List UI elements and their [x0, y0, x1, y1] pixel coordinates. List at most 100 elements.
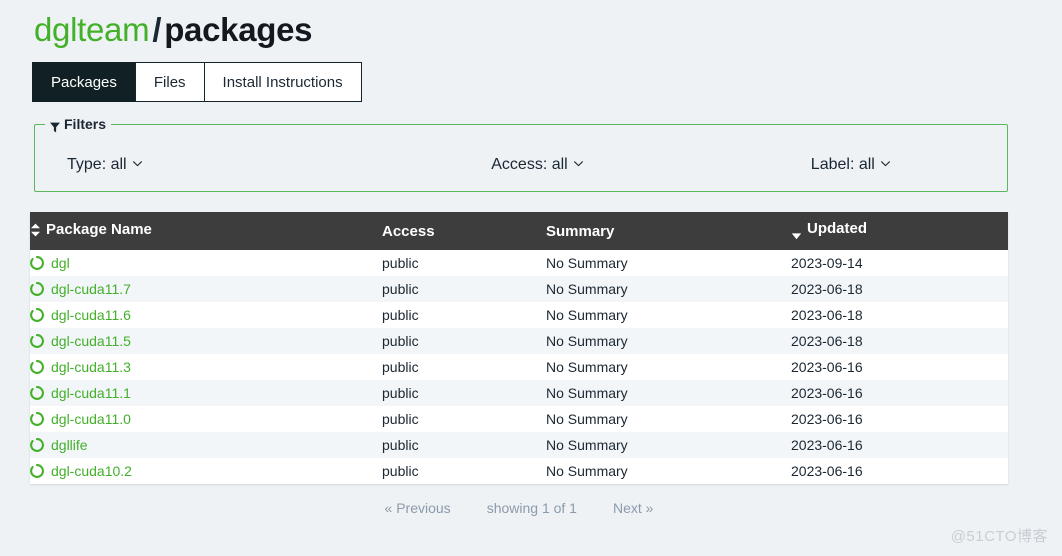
package-link[interactable]: dgl-cuda11.0: [51, 411, 131, 427]
filter-label-label: Label: all: [810, 156, 875, 173]
conda-package-icon: [30, 334, 44, 348]
cell-package-name: dgl: [30, 250, 382, 276]
column-header-summary[interactable]: Summary: [546, 212, 791, 250]
column-header-package-name-label: Package Name: [46, 221, 152, 239]
filter-access-dropdown[interactable]: Access: all: [491, 154, 583, 174]
cell-updated: 2023-06-16: [791, 463, 863, 479]
cell-updated: 2023-06-16: [791, 411, 863, 427]
cell-access: public: [382, 463, 419, 479]
filter-cell-label: Label: all: [694, 156, 1007, 174]
table-row: dgl-cuda10.2 public No Summary 2023-06-16: [30, 458, 1008, 484]
package-link[interactable]: dgllife: [51, 437, 88, 453]
cell-updated: 2023-06-18: [791, 333, 863, 349]
filters-panel: Filters Type: all Access: all Label: all: [34, 115, 1008, 192]
tab-packages[interactable]: Packages: [32, 62, 135, 102]
cell-package-name: dgl-cuda11.3: [30, 354, 382, 380]
chevron-down-icon: [573, 154, 583, 167]
cell-updated: 2023-09-14: [791, 255, 863, 271]
cell-summary: No Summary: [546, 385, 628, 401]
package-link[interactable]: dgl: [51, 255, 70, 271]
cell-summary: No Summary: [546, 281, 628, 297]
cell-updated: 2023-06-16: [791, 359, 863, 375]
filters-row: Type: all Access: all Label: all: [35, 139, 1007, 191]
column-header-updated[interactable]: Updated: [791, 212, 1008, 250]
page-status: showing 1 of 1: [486, 500, 577, 516]
table-row: dgl-cuda11.0 public No Summary 2023-06-16: [30, 406, 1008, 432]
conda-package-icon: [30, 282, 44, 296]
table-row: dgllife public No Summary 2023-06-16: [30, 432, 1008, 458]
cell-package-name: dgl-cuda11.6: [30, 302, 382, 328]
package-link[interactable]: dgl-cuda11.7: [51, 281, 131, 297]
package-link[interactable]: dgl-cuda11.3: [51, 359, 131, 375]
table-header-row: Package Name Access Summary Updated: [30, 212, 1008, 250]
cell-summary: No Summary: [546, 307, 628, 323]
sort-descending-icon: [791, 227, 802, 239]
sort-package-name[interactable]: Package Name: [30, 221, 152, 238]
cell-summary: No Summary: [546, 359, 628, 375]
tab-bar: Packages Files Install Instructions: [32, 62, 362, 102]
tab-files[interactable]: Files: [134, 62, 204, 102]
filters-legend: Filters: [45, 115, 112, 133]
table-row: dgl-cuda11.7 public No Summary 2023-06-18: [30, 276, 1008, 302]
cell-summary: No Summary: [546, 411, 628, 427]
column-header-updated-label: Updated: [807, 220, 867, 238]
page-title: dglteam/packages: [34, 8, 313, 52]
cell-summary: No Summary: [546, 255, 628, 271]
cell-package-name: dgl-cuda10.2: [30, 458, 382, 484]
owner-link[interactable]: dglteam: [34, 11, 150, 48]
watermark: @51CTO博客: [950, 528, 1048, 545]
title-separator: /: [152, 11, 162, 48]
cell-access: public: [382, 255, 419, 271]
cell-access: public: [382, 385, 419, 401]
packages-table-body: dgl public No Summary 2023-09-14 dgl-cuda11.…: [30, 250, 1008, 484]
filters-legend-label: Filters: [64, 116, 107, 132]
chevron-down-icon: [880, 154, 890, 167]
packages-table: Package Name Access Summary Updated dgl …: [30, 212, 1008, 484]
pagination: « Previous showing 1 of 1 Next »: [30, 500, 1008, 516]
cell-access: public: [382, 281, 419, 297]
cell-access: public: [382, 359, 419, 375]
package-link[interactable]: dgl-cuda10.2: [51, 463, 132, 479]
filter-access-label: Access: all: [491, 156, 568, 173]
sort-updown-icon: [30, 223, 41, 237]
filter-type-label: Type: all: [67, 156, 127, 173]
sort-updated[interactable]: Updated: [791, 220, 867, 239]
filter-cell-type: Type: all: [35, 156, 380, 174]
sort-summary[interactable]: Summary: [546, 223, 614, 240]
cell-access: public: [382, 411, 419, 427]
previous-page-link[interactable]: « Previous: [385, 500, 451, 516]
sort-access[interactable]: Access: [382, 223, 435, 240]
filter-label-dropdown[interactable]: Label: all: [811, 156, 890, 174]
cell-updated: 2023-06-16: [791, 385, 863, 401]
filter-type-dropdown[interactable]: Type: all: [67, 156, 142, 174]
conda-package-icon: [30, 412, 44, 426]
cell-package-name: dgllife: [30, 432, 382, 458]
package-link[interactable]: dgl-cuda11.5: [51, 333, 131, 349]
cell-summary: No Summary: [546, 333, 628, 349]
table-row: dgl-cuda11.6 public No Summary 2023-06-18: [30, 302, 1008, 328]
cell-summary: No Summary: [546, 437, 628, 453]
conda-package-icon: [30, 308, 44, 322]
packages-table-head: Package Name Access Summary Updated: [30, 212, 1008, 250]
conda-package-icon: [30, 438, 44, 452]
cell-access: public: [382, 437, 419, 453]
page-header: dglteam/packages: [34, 8, 313, 52]
next-page-link[interactable]: Next »: [613, 500, 653, 516]
funnel-icon: [50, 119, 60, 132]
cell-package-name: dgl-cuda11.1: [30, 380, 382, 406]
conda-package-icon: [30, 256, 44, 270]
column-header-package-name[interactable]: Package Name: [30, 212, 382, 250]
package-link[interactable]: dgl-cuda11.6: [51, 307, 131, 323]
tab-packages-label: Packages: [51, 73, 117, 91]
conda-package-icon: [30, 360, 44, 374]
tab-install-instructions-label: Install Instructions: [222, 73, 343, 91]
column-header-access[interactable]: Access: [382, 212, 546, 250]
package-link[interactable]: dgl-cuda11.1: [51, 385, 131, 401]
table-row: dgl-cuda11.1 public No Summary 2023-06-16: [30, 380, 1008, 406]
cell-access: public: [382, 307, 419, 323]
cell-updated: 2023-06-18: [791, 307, 863, 323]
cell-package-name: dgl-cuda11.7: [30, 276, 382, 302]
tab-files-label: Files: [153, 73, 186, 91]
cell-package-name: dgl-cuda11.0: [30, 406, 382, 432]
tab-install-instructions[interactable]: Install Instructions: [203, 62, 362, 102]
